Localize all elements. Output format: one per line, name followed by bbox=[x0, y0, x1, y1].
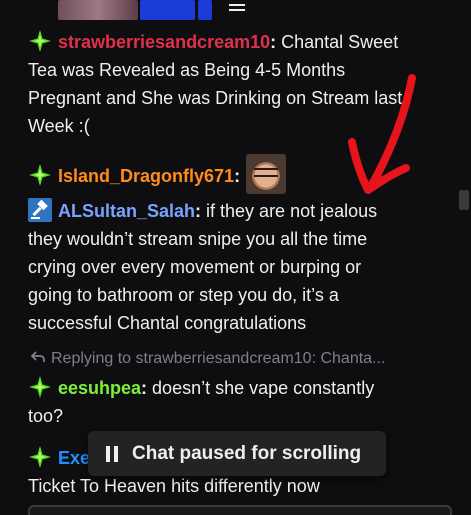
username[interactable]: Island_Dragonfly671 bbox=[58, 166, 234, 186]
reply-context[interactable]: Replying to strawberriesandcream10: Chan… bbox=[30, 350, 386, 368]
message-text: too? bbox=[28, 406, 64, 426]
username[interactable]: Exe bbox=[58, 448, 90, 468]
chat-message[interactable]: strawberriesandcream10: Chantal Sweet Te… bbox=[28, 28, 428, 140]
message-text: going to bathroom or step you do, it’s a bbox=[28, 285, 339, 305]
chat-message[interactable]: Island_Dragonfly671: bbox=[28, 154, 428, 194]
message-text: Chantal Sweet bbox=[281, 32, 399, 52]
chat-pane[interactable]: strawberriesandcream10: Chantal Sweet Te… bbox=[0, 0, 456, 515]
sparkle-badge-icon[interactable] bbox=[28, 163, 52, 187]
face-emote[interactable] bbox=[246, 154, 287, 194]
message-text: doesn’t she vape constantly bbox=[152, 378, 375, 398]
paused-text: Chat paused for scrolling bbox=[132, 442, 362, 464]
cut-off-emote bbox=[198, 0, 212, 20]
mod-gavel-badge-icon[interactable] bbox=[28, 198, 52, 222]
username[interactable]: eesuhpea bbox=[58, 378, 141, 398]
message-text: crying over every movement or burping or bbox=[28, 257, 362, 277]
message-text: Ticket To Heaven hits differently now bbox=[28, 476, 320, 496]
message-text: Pregnant and She was Drinking on Stream … bbox=[28, 88, 403, 108]
sparkle-badge-icon[interactable] bbox=[28, 445, 52, 469]
handle-bar bbox=[229, 9, 245, 11]
colon: : bbox=[270, 32, 282, 52]
cut-off-emote bbox=[140, 0, 195, 20]
cut-off-emote bbox=[58, 0, 138, 20]
reply-text: Replying to strawberriesandcream10: Chan… bbox=[51, 350, 386, 367]
sparkle-badge-icon[interactable] bbox=[28, 375, 52, 399]
message-text: if they are not jealous bbox=[206, 201, 378, 221]
sparkle-badge-icon[interactable] bbox=[28, 29, 52, 53]
chat-paused-banner[interactable]: Chat paused for scrolling bbox=[88, 431, 386, 476]
chat-message[interactable]: eesuhpea: doesn’t she vape constantly to… bbox=[28, 374, 428, 430]
message-text: Tea was Revealed as Being 4-5 Months bbox=[28, 60, 346, 80]
scrollbar-thumb[interactable] bbox=[459, 190, 469, 210]
chat-input[interactable] bbox=[28, 505, 452, 515]
username[interactable]: ALSultan_Salah bbox=[58, 201, 195, 221]
message-text: Week :( bbox=[28, 116, 90, 136]
username[interactable]: strawberriesandcream10 bbox=[58, 32, 270, 52]
colon: : bbox=[141, 378, 153, 398]
top-strip bbox=[0, 0, 456, 22]
chat-message[interactable]: ALSultan_Salah: if they are not jealous … bbox=[28, 197, 428, 337]
colon: : bbox=[234, 166, 241, 186]
pause-icon bbox=[106, 445, 118, 462]
scrollbar-track[interactable] bbox=[456, 0, 471, 515]
colon: : bbox=[195, 201, 207, 221]
message-text: successful Chantal congratulations bbox=[28, 313, 307, 333]
handle-bar bbox=[229, 4, 245, 6]
collapse-handle[interactable] bbox=[212, 0, 262, 14]
reply-arrow-icon bbox=[30, 350, 47, 368]
message-text: they wouldn’t stream snipe you all the t… bbox=[28, 229, 368, 249]
